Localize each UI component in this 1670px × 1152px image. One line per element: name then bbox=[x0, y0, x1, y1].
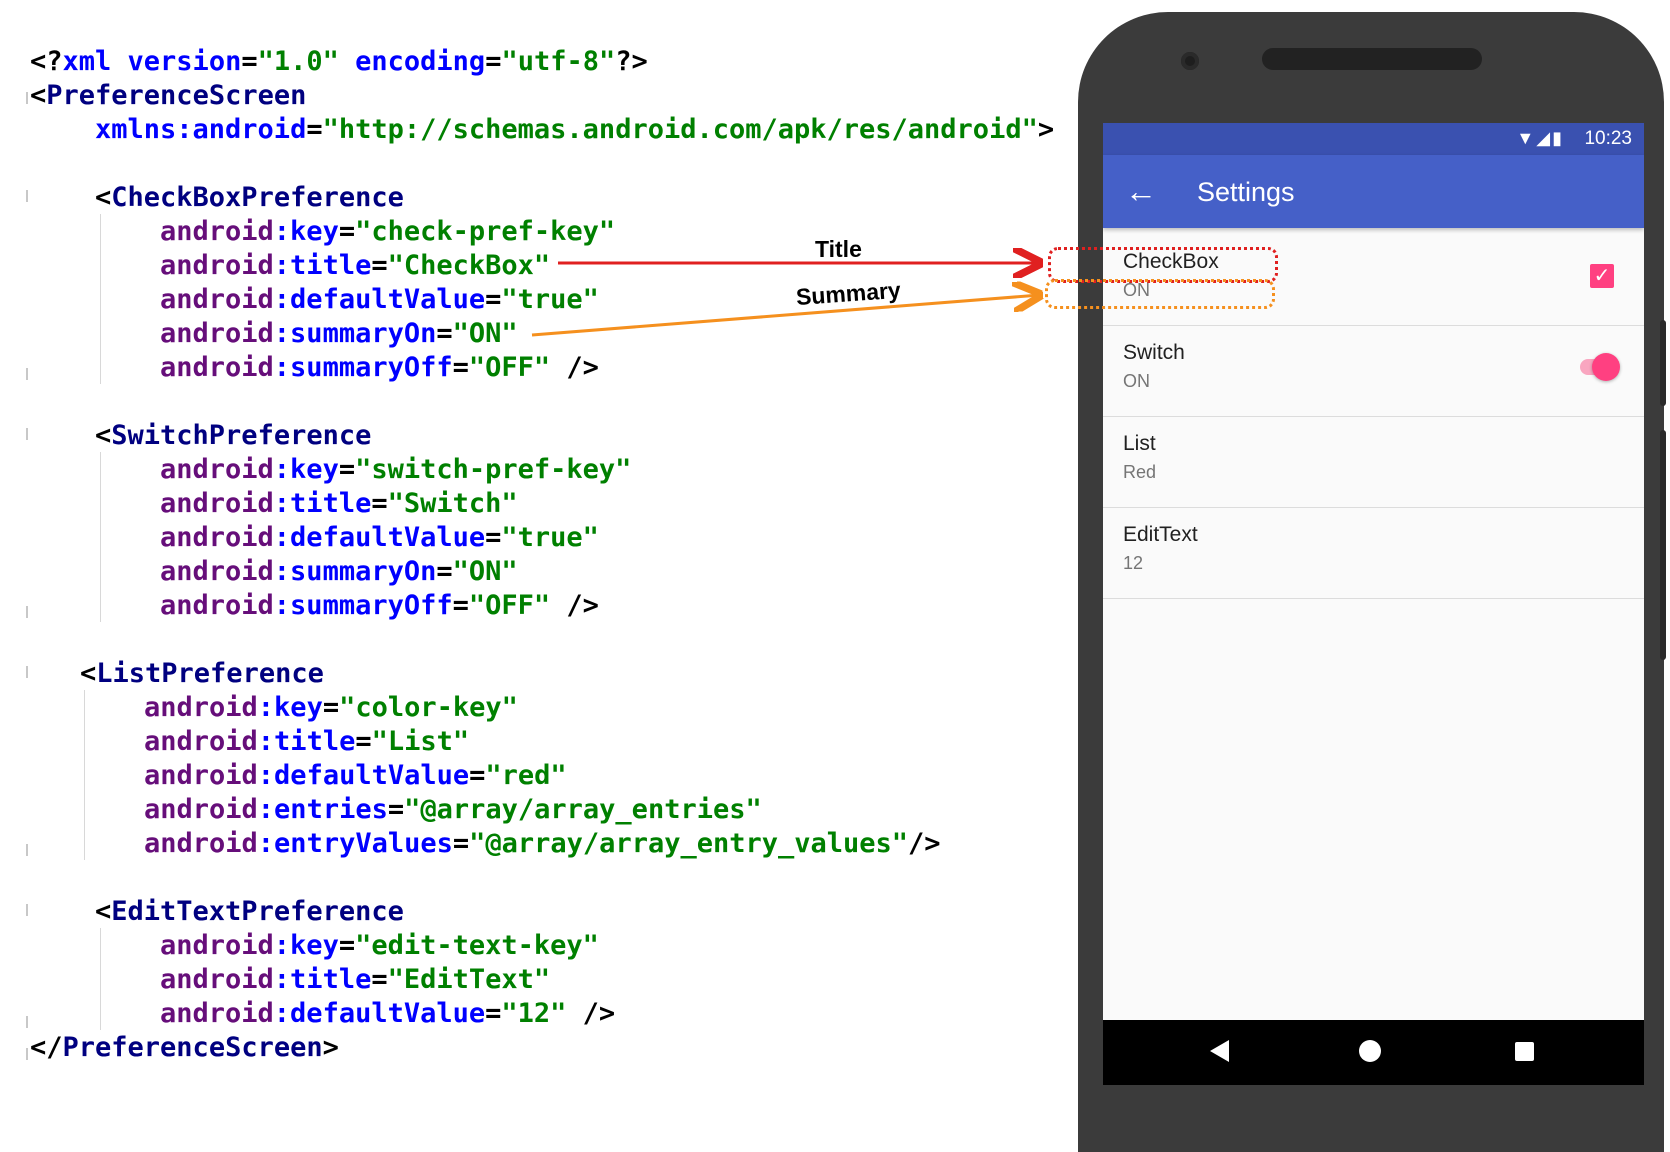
title-annotation-label: Title bbox=[815, 236, 862, 262]
summary-highlight-box bbox=[1045, 279, 1275, 309]
title-highlight-box bbox=[1048, 247, 1278, 283]
nav-recent-apps-icon[interactable] bbox=[1515, 1042, 1534, 1061]
pref-item-edittext[interactable]: EditText 12 bbox=[1103, 501, 1644, 599]
pref-summary: ON bbox=[1123, 371, 1150, 391]
app-bar: ← Settings bbox=[1103, 155, 1644, 228]
nav-home-icon[interactable] bbox=[1359, 1040, 1381, 1062]
back-arrow-icon[interactable]: ← bbox=[1125, 173, 1157, 209]
earpiece-speaker bbox=[1262, 48, 1482, 70]
status-time: 10:23 bbox=[1584, 128, 1632, 149]
summary-arrow bbox=[531, 295, 1040, 337]
power-button[interactable] bbox=[1660, 320, 1666, 406]
pref-title: List bbox=[1123, 432, 1156, 455]
nav-back-icon[interactable] bbox=[1210, 1040, 1229, 1062]
pref-item-switch[interactable]: Switch ON bbox=[1103, 319, 1644, 417]
switch-thumb[interactable] bbox=[1592, 353, 1620, 381]
status-bar: ▼◢▮ 10:23 bbox=[1103, 123, 1644, 155]
checkbox-checked-icon[interactable]: ✓ bbox=[1590, 264, 1614, 288]
pref-summary: 12 bbox=[1123, 553, 1144, 573]
status-icons: ▼◢▮ bbox=[1516, 128, 1564, 148]
navigation-bar bbox=[1103, 1020, 1644, 1085]
pref-title: EditText bbox=[1123, 523, 1198, 546]
pref-summary: Red bbox=[1123, 462, 1157, 482]
pref-title: Switch bbox=[1123, 341, 1185, 364]
app-title: Settings bbox=[1197, 177, 1295, 207]
front-camera bbox=[1181, 52, 1199, 70]
pref-item-list[interactable]: List Red bbox=[1103, 410, 1644, 508]
volume-button[interactable] bbox=[1660, 430, 1666, 660]
